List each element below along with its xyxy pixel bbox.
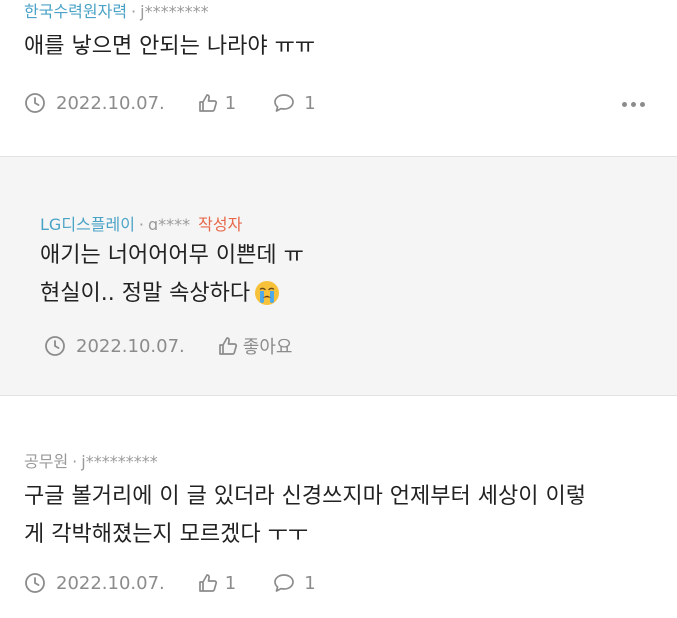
speech-bubble-icon: [272, 92, 296, 114]
user-id: j*********: [81, 452, 158, 471]
comment-text: 애기는 너어어어무 이쁜데 ㅠ 현실이.. 정말 속상하다: [40, 237, 304, 319]
reply-comment-item: LG디스플레이 · ɑ**** 작성자 애기는 너어어어무 이쁜데 ㅠ 현실이.. 정…: [0, 157, 677, 396]
comment-date: 2022.10.07.: [44, 335, 185, 357]
more-dots-icon[interactable]: [622, 102, 645, 107]
thumbs-up-icon: [217, 335, 239, 357]
date-text: 2022.10.07.: [76, 335, 185, 357]
author-name[interactable]: LG디스플레이: [40, 215, 135, 234]
comment-item: 한국수력원자력 · j******** 애를 낳으면 안되는 나라야 ㅠㅠ 2022…: [0, 0, 677, 157]
clock-icon: [24, 92, 46, 114]
comment-footer: 2022.10.07. 1 1: [24, 92, 316, 114]
author-name[interactable]: 공무원: [24, 452, 68, 471]
clock-icon: [24, 572, 46, 594]
comment-text-line: 구글 볼거리에 이 글 있더라 신경쓰지마 언제부터 세상이 이렇: [24, 484, 586, 509]
thumbs-up-icon: [197, 572, 219, 594]
comment-text-line: 애를 낳으면 안되는 나라야 ㅠㅠ: [24, 34, 316, 59]
thumbs-up-icon: [197, 92, 219, 114]
reply-count: 1: [304, 572, 316, 594]
reply-button[interactable]: 1: [272, 572, 316, 594]
clock-icon: [44, 335, 66, 357]
date-text: 2022.10.07.: [56, 92, 165, 114]
user-id: ɑ****: [148, 215, 191, 234]
reply-button[interactable]: 1: [272, 92, 316, 114]
speech-bubble-icon: [272, 572, 296, 594]
comment-meta: LG디스플레이 · ɑ**** 작성자: [40, 211, 242, 235]
like-count: 1: [224, 572, 237, 594]
meta-separator: ·: [131, 2, 137, 21]
comment-meta: 공무원 · j*********: [24, 448, 158, 472]
comment-date: 2022.10.07.: [24, 572, 165, 594]
comment-text-line: 애기는 너어어어무 이쁜데 ㅠ: [40, 243, 304, 268]
comment-item: 공무원 · j********* 구글 볼거리에 이 글 있더라 신경쓰지마 언제부…: [0, 396, 677, 618]
comment-footer: 2022.10.07. 1 1: [24, 572, 316, 594]
like-button[interactable]: 1: [197, 92, 236, 114]
comment-text: 구글 볼거리에 이 글 있더라 신경쓰지마 언제부터 세상이 이렇 게 각박해졌…: [24, 478, 586, 554]
user-id: j********: [140, 2, 209, 21]
date-text: 2022.10.07.: [56, 572, 165, 594]
meta-separator: ·: [72, 452, 78, 471]
comment-meta: 한국수력원자력 · j********: [24, 0, 209, 22]
comment-text: 애를 낳으면 안되는 나라야 ㅠㅠ: [24, 28, 315, 66]
author-name[interactable]: 한국수력원자력: [24, 2, 127, 21]
comment-date: 2022.10.07.: [24, 92, 165, 114]
like-button[interactable]: 좋아요: [217, 333, 293, 359]
reply-count: 1: [304, 92, 316, 114]
comment-text-line: 현실이.. 정말 속상하다: [40, 281, 251, 306]
like-label: 좋아요: [242, 337, 293, 358]
comment-text-line: 게 각박해졌는지 모르겠다 ㅜㅜ: [24, 522, 309, 547]
comment-footer: 2022.10.07. 좋아요: [44, 333, 292, 359]
crying-face-icon: [254, 280, 280, 319]
like-count: 1: [224, 92, 237, 114]
meta-separator: ·: [138, 215, 145, 234]
writer-badge: 작성자: [198, 215, 243, 234]
like-button[interactable]: 1: [197, 572, 236, 594]
